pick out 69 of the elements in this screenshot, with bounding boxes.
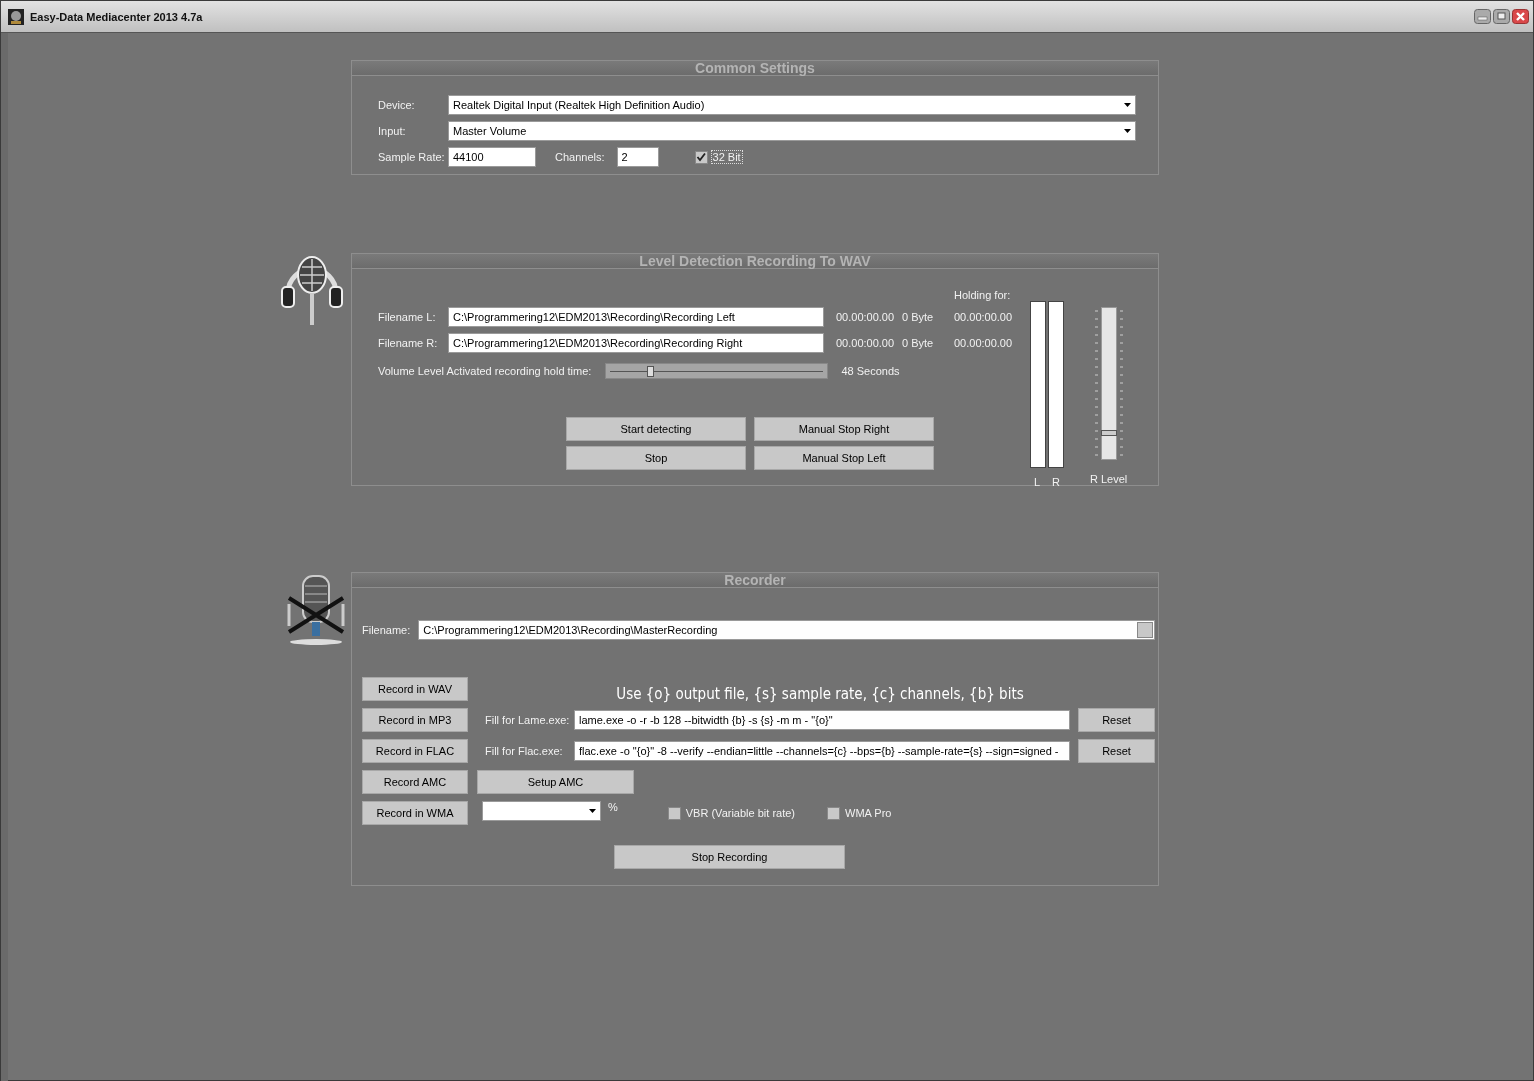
checkbox[interactable] [667,807,681,820]
hold-time-slider[interactable] [605,363,829,379]
minimize-button[interactable] [1474,9,1491,24]
percent-label: % [608,801,618,813]
meter-label: R [1052,476,1061,488]
r-level-label: R Level [1090,473,1128,485]
close-button[interactable] [1512,9,1529,24]
hold-time-reading: 48 Seconds [841,365,900,377]
slider-thumb[interactable] [1100,429,1117,436]
panel-title: Level Detection Recording To WAV [352,254,1158,269]
record-button[interactable]: Record in WAV [362,677,468,701]
record-button[interactable]: Record in WMA [362,801,468,825]
sample-rate-label: Sample Rate: [378,151,446,163]
record-button[interactable]: Record AMC [362,770,468,794]
vbr-label: VBR (Variable bit rate) [685,807,795,819]
quality-dropdown[interactable] [482,801,601,821]
sample-rate-field[interactable]: 44100 [448,147,536,167]
device-label: Device: [378,99,416,111]
record-button[interactable]: Record in MP3 [362,708,468,732]
meter-label: L [1033,476,1041,488]
reset-button[interactable]: Reset [1078,708,1155,732]
hold-time-label: Volume Level Activated recording hold time: [378,365,592,377]
filename-label: Filename R: [378,337,439,349]
holding-label: Holding for: [954,289,1012,301]
device-dropdown[interactable]: Realtek Digital Input (Realtek High Definition Audio) [448,95,1136,115]
checkbox[interactable] [827,807,840,820]
dropdown-arrow-icon [1124,103,1131,107]
filename-label: Filename L: [378,311,437,323]
elapsed-time: 00.00:00.00 [835,337,896,349]
r-level-slider[interactable] [1093,307,1124,460]
panel-title: Common Settings [352,61,1158,76]
filename-field[interactable]: C:\Programmering12\EDM2013\Recording\Recording Left [448,307,824,327]
checkbox[interactable] [694,150,708,164]
setup-amc-button[interactable]: Setup AMC [477,770,634,794]
input-label: Input: [378,125,407,137]
elapsed-time: 00.00:00.00 [835,311,896,323]
microphone-stand-icon [285,574,347,646]
wma-pro-label: WMA Pro [845,807,892,819]
channels-label: Channels: [555,151,605,163]
bit-depth-label: 32 Bit [710,150,743,164]
dropdown-arrow-icon [1124,129,1131,133]
action-button[interactable]: Manual Stop Right [754,417,934,441]
maximize-button[interactable] [1493,9,1510,24]
holding-time: 00.00:00.00 [954,337,1014,349]
filename-field[interactable]: C:\Programmering12\EDM2013\Recording\Recording Right [448,333,824,353]
microphone-headphones-icon [280,253,344,327]
command-label: Fill for Flac.exe: [485,745,564,757]
command-field[interactable]: flac.exe -o "{o}" -8 --verify --endian=little --channels={c} --bps={b} --sample-rate={s} --sign=signed - [574,741,1070,761]
slider-thumb[interactable] [647,366,655,377]
file-size: 0 Byte [901,311,935,323]
file-size: 0 Byte [901,337,935,349]
filename-field[interactable]: C:\Programmering12\EDM2013\Recording\MasterRecording [418,620,1155,640]
window-title: Easy-Data Mediacenter 2013 4.7a [30,10,204,23]
app-logo-icon [8,8,24,25]
input-dropdown[interactable]: Master Volume [448,121,1136,141]
reset-button[interactable]: Reset [1078,739,1155,763]
filename-label: Filename: [362,624,411,636]
dropdown-arrow-icon [589,809,596,813]
panel-title: Recorder [352,573,1158,588]
action-button[interactable]: Manual Stop Left [754,446,934,470]
record-button[interactable]: Record in FLAC [362,739,468,763]
format-hint: Use {o} output file, {s} sample rate, {c} channels, {b} bits [615,684,1025,703]
holding-time: 00.00:00.00 [954,311,1014,323]
action-button[interactable]: Start detecting [566,417,746,441]
command-field[interactable]: lame.exe -o -r -b 128 --bitwidth {b} -s {s} -m m - "{o}" [574,710,1070,730]
action-button[interactable]: Stop [566,446,746,470]
stop-recording-button[interactable]: Stop Recording [614,845,845,869]
channels-field[interactable]: 2 [616,147,659,167]
command-label: Fill for Lame.exe: [485,714,571,726]
